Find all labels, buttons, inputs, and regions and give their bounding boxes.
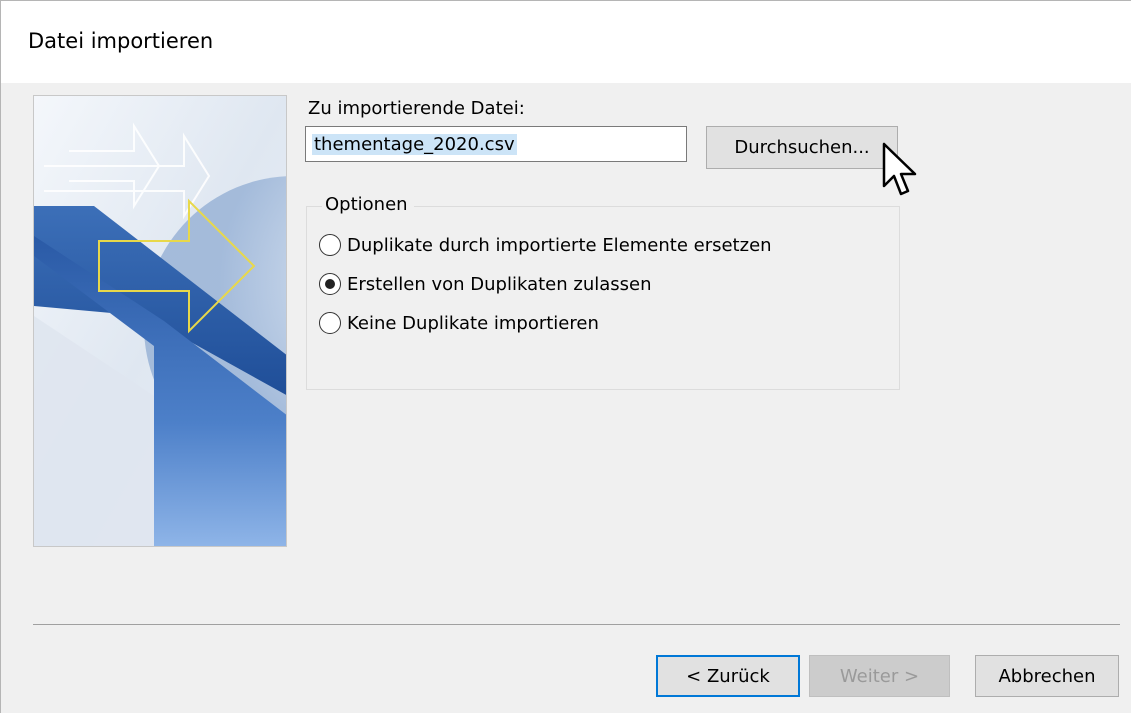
browse-button[interactable]: Durchsuchen... — [706, 126, 898, 169]
radio-checked-icon[interactable] — [319, 273, 341, 295]
footer-separator — [33, 624, 1120, 625]
option-allow-duplicates[interactable]: Erstellen von Duplikaten zulassen — [319, 273, 652, 295]
title-bar: Datei importieren — [1, 1, 1131, 83]
radio-unchecked-icon[interactable] — [319, 312, 341, 334]
file-path-input[interactable]: thementage_2020.csv — [305, 126, 687, 162]
wizard-banner — [33, 95, 287, 547]
options-legend: Optionen — [322, 194, 414, 215]
next-button[interactable]: Weiter > — [809, 655, 950, 697]
radio-unchecked-icon[interactable] — [319, 234, 341, 256]
import-file-dialog: Datei importieren Zu importierende Datei… — [0, 0, 1131, 713]
option-label: Duplikate durch importierte Elemente ers… — [347, 234, 772, 256]
option-label: Keine Duplikate importieren — [347, 312, 599, 334]
option-replace-duplicates[interactable]: Duplikate durch importierte Elemente ers… — [319, 234, 772, 256]
back-button[interactable]: < Zurück — [656, 655, 800, 697]
option-no-duplicates[interactable]: Keine Duplikate importieren — [319, 312, 599, 334]
cancel-button[interactable]: Abbrechen — [975, 655, 1119, 697]
option-label: Erstellen von Duplikaten zulassen — [347, 273, 652, 295]
file-path-value: thementage_2020.csv — [312, 133, 517, 155]
file-label: Zu importierende Datei: — [308, 98, 525, 119]
dialog-title: Datei importieren — [28, 29, 214, 53]
import-arrows-graphic — [34, 96, 286, 546]
